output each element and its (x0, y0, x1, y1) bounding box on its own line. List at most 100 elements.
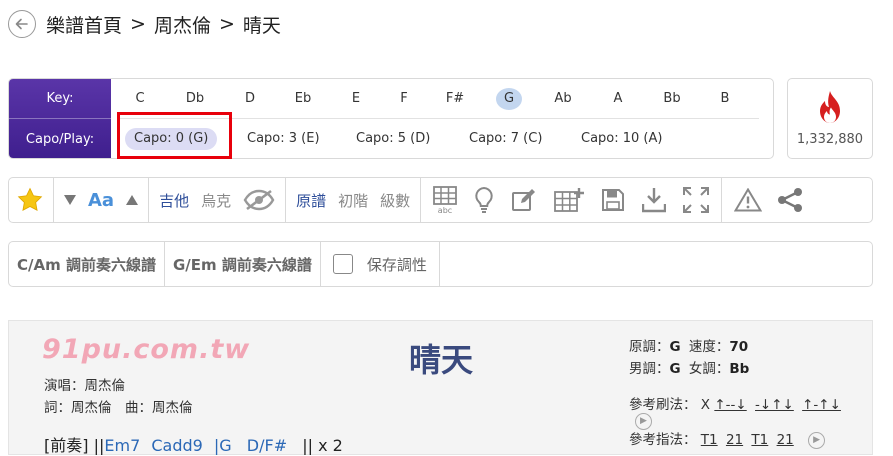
strum-pattern: ↑--↓ (714, 397, 747, 413)
chord[interactable]: Em7 (104, 436, 140, 455)
g-em-intro-tab-link[interactable]: G/Em 調前奏六線譜 (165, 242, 321, 286)
female-key: Bb (729, 361, 750, 377)
save-key-label: 保存調性 (366, 255, 427, 274)
breadcrumb-artist-link[interactable]: 周杰倫 (154, 11, 211, 38)
breadcrumb-separator: > (218, 13, 235, 35)
lightbulb-icon[interactable] (474, 186, 494, 214)
site-logo: 91pu.com.tw (42, 334, 251, 365)
favorite-group (9, 178, 54, 222)
save-icon[interactable] (601, 188, 625, 212)
tools-group: abc (421, 178, 723, 222)
triangle-up-icon[interactable] (126, 195, 139, 205)
font-size-label: Aa (88, 189, 115, 211)
section-label: [前奏] (44, 436, 89, 455)
key-option-db[interactable]: Db (186, 88, 204, 110)
chord[interactable]: D/F# (247, 436, 287, 455)
tempo: 70 (729, 339, 749, 355)
edit-icon[interactable] (511, 187, 537, 213)
key-label: Key: (9, 79, 111, 119)
misc-group (722, 178, 816, 222)
male-key: G (669, 361, 681, 377)
arrow-left-icon[interactable] (8, 10, 36, 38)
level-numbers[interactable]: 級數 (380, 190, 410, 211)
writers: 詞：周杰倫 曲：周杰倫 (44, 400, 193, 416)
strum-label: 參考刷法： (629, 397, 697, 413)
key-option-eb[interactable]: Eb (295, 88, 311, 110)
fire-icon (816, 90, 844, 128)
strum-pattern: -↓↑↓ (755, 397, 794, 413)
key-option-a[interactable]: A (614, 88, 623, 110)
options-bar: C/Am 調前奏六線譜 G/Em 調前奏六線譜 保存調性 (8, 241, 873, 287)
fullscreen-icon[interactable] (683, 187, 710, 213)
key-panel-labels: Key: Capo/Play: (9, 79, 111, 158)
star-icon[interactable] (17, 187, 43, 213)
instrument-ukulele[interactable]: 烏克 (201, 190, 231, 211)
capo-option-0-selected[interactable]: Capo: 0 (G) (125, 128, 218, 150)
table-add-icon[interactable] (554, 187, 585, 213)
capo-label: Capo/Play: (25, 131, 95, 147)
pick-pattern: T1 (700, 432, 718, 448)
instrument-guitar[interactable]: 吉他 (159, 190, 189, 211)
capo-option-5[interactable]: Capo: 5 (D) (356, 128, 430, 150)
level-group: 原譜 初階 級數 (286, 178, 422, 222)
repeat-count: x 2 (318, 436, 343, 455)
key-tempo-line: 原調：G 速度：70 (629, 335, 748, 355)
key-option-c[interactable]: C (135, 88, 144, 110)
singer: 演唱：周杰倫 (44, 378, 125, 394)
download-icon[interactable] (642, 187, 667, 213)
view-count: 1,332,880 (796, 132, 864, 147)
key-option-ab[interactable]: Ab (554, 88, 571, 110)
male-key-label: 男調： (629, 361, 670, 377)
key-option-e[interactable]: E (352, 88, 360, 110)
pick-line: 參考指法： T1 21 T1 21 ▶ (629, 428, 826, 449)
key-option-d[interactable]: D (245, 88, 255, 110)
strum-line: 參考刷法： X ↑--↓ -↓↑↓ ↑-↑↓ ▶ (629, 393, 872, 430)
instrument-group: 吉他 烏克 (149, 178, 287, 222)
key-area: C Db D Eb E F F# G Ab A Bb B Capo: 0 (G)… (111, 79, 773, 158)
bar-open: || (93, 436, 105, 455)
breadcrumb-separator: > (130, 13, 146, 35)
chord[interactable]: |G (214, 436, 232, 455)
key-option-f-sharp[interactable]: F# (446, 88, 464, 110)
male-female-key-line: 男調：G 女調：Bb (629, 357, 749, 377)
female-key-label: 女調： (688, 361, 730, 377)
grid-abc-icon[interactable]: abc (433, 186, 458, 214)
tempo-label: 速度： (688, 339, 730, 355)
save-key-option[interactable]: 保存調性 (321, 242, 440, 286)
pick-pattern: T1 (751, 432, 769, 448)
triangle-down-icon[interactable] (64, 195, 76, 205)
key-option-g-selected[interactable]: G (496, 88, 522, 110)
share-icon[interactable] (776, 187, 804, 213)
eye-slash-icon[interactable] (243, 189, 275, 211)
breadcrumb-home-link[interactable]: 樂譜首頁 (46, 11, 122, 38)
warning-icon[interactable] (734, 188, 763, 212)
level-beginner[interactable]: 初階 (338, 190, 368, 211)
chord-line: [前奏] ||Em7 Cadd9 |G D/F# || x 2 (44, 432, 343, 456)
popularity-box: 1,332,880 (787, 78, 873, 159)
capo-row: Capo: 0 (G) Capo: 3 (E) Capo: 5 (D) Capo… (111, 119, 773, 158)
c-am-intro-tab-link[interactable]: C/Am 調前奏六線譜 (9, 242, 165, 286)
key-option-f[interactable]: F (400, 88, 407, 110)
sheet-area: 91pu.com.tw 晴天 演唱：周杰倫 詞：周杰倫 曲：周杰倫 原調：G 速… (8, 320, 873, 455)
pick-pattern: 21 (776, 432, 794, 448)
pick-label: 參考指法： (629, 432, 697, 448)
play-icon[interactable]: ▶ (808, 431, 826, 449)
key-option-bb[interactable]: Bb (663, 88, 680, 110)
original-key: G (669, 339, 681, 355)
strum-pattern: ↑-↑↓ (802, 397, 841, 413)
toolbar: Aa 吉他 烏克 原譜 初階 級數 abc (8, 177, 873, 223)
pick-pattern: 21 (725, 432, 744, 448)
capo-option-3[interactable]: Capo: 3 (E) (247, 128, 320, 150)
capo-option-7[interactable]: Capo: 7 (C) (469, 128, 542, 150)
breadcrumb: 樂譜首頁 > 周杰倫 > 晴天 (8, 10, 281, 38)
svg-text:abc: abc (438, 206, 452, 214)
font-size-group: Aa (54, 178, 150, 222)
key-option-b[interactable]: B (721, 88, 730, 110)
key-panel: Key: Capo/Play: C Db D Eb E F F# G Ab A … (8, 78, 774, 159)
bar-close: || (302, 436, 313, 455)
breadcrumb-song: 晴天 (242, 14, 281, 37)
capo-option-10[interactable]: Capo: 10 (A) (581, 128, 662, 150)
level-original[interactable]: 原譜 (296, 190, 326, 211)
save-key-checkbox[interactable] (332, 254, 353, 274)
chord[interactable]: Cadd9 (151, 436, 202, 455)
